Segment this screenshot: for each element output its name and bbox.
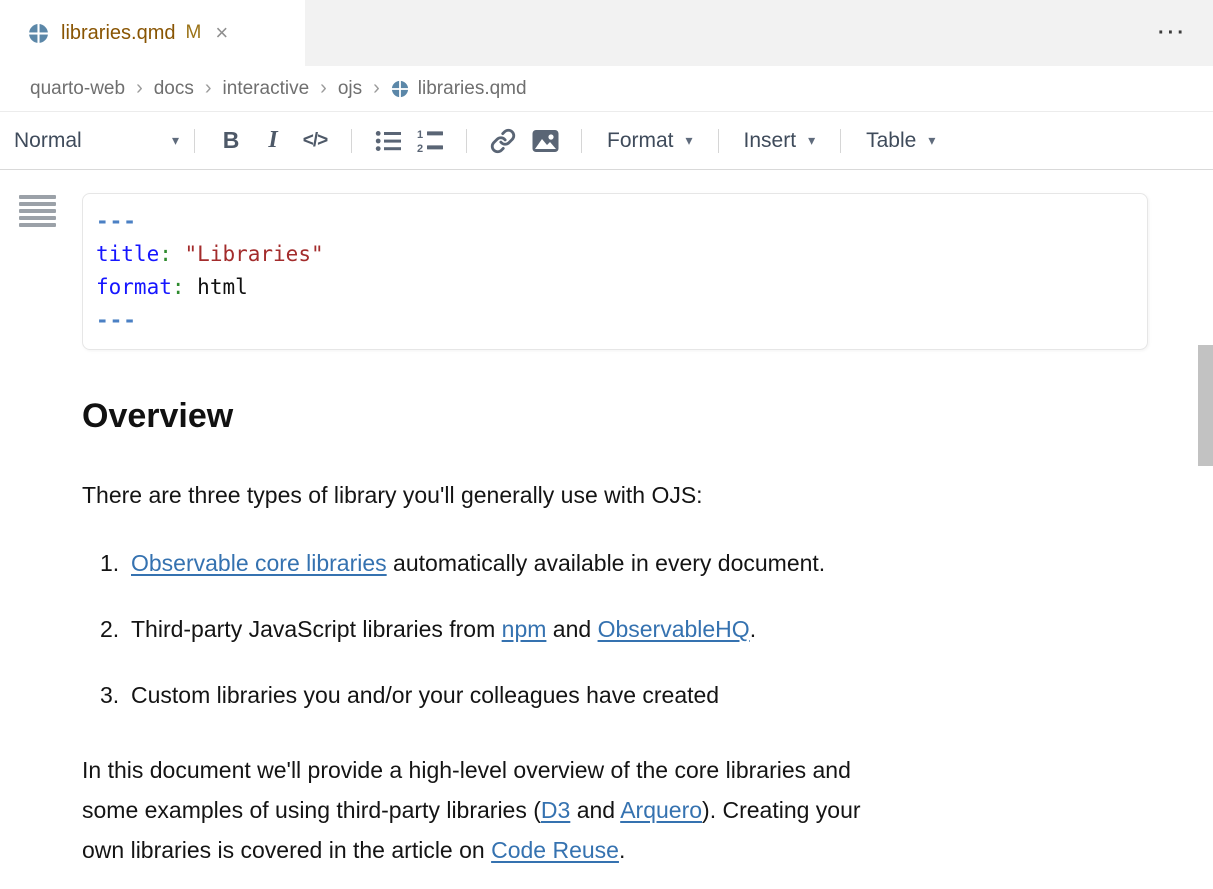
- chevron-down-icon: ▾: [686, 132, 693, 149]
- link-icon: [490, 128, 516, 154]
- text-run: Third-party JavaScript libraries from: [131, 616, 502, 642]
- block-drag-handle-icon[interactable]: [19, 195, 56, 230]
- text-run: In this document we'll provide a high-le…: [82, 757, 851, 783]
- numbered-list-icon: 1 2: [417, 128, 444, 154]
- link-npm[interactable]: npm: [502, 616, 547, 642]
- yaml-front-matter-block[interactable]: --- title: "Libraries" format: html ---: [82, 193, 1148, 350]
- editor-surface[interactable]: --- title: "Libraries" format: html --- …: [0, 170, 1213, 889]
- breadcrumb-item-quarto-web[interactable]: quarto-web: [30, 78, 125, 100]
- breadcrumb-separator: ›: [320, 77, 327, 100]
- insert-menu-label: Insert: [744, 129, 797, 153]
- table-menu[interactable]: Table ▾: [856, 129, 945, 153]
- list-item-content: Custom libraries you and/or your colleag…: [131, 680, 719, 710]
- chevron-down-icon: ▾: [808, 132, 815, 149]
- text-run: Custom libraries you and/or your colleag…: [131, 682, 719, 708]
- chevron-down-icon: ▾: [172, 132, 179, 149]
- list-item-content: Observable core libraries automatically …: [131, 548, 825, 578]
- quarto-icon: [391, 80, 409, 98]
- closing-paragraph: In this document we'll provide a high-le…: [82, 750, 1102, 870]
- bulleted-list-icon: [375, 129, 402, 153]
- toolbar-divider: [466, 129, 467, 153]
- list-item: 3.Custom libraries you and/or your colle…: [82, 680, 1213, 710]
- breadcrumb-file-label: libraries.qmd: [418, 78, 527, 100]
- toolbar-divider: [581, 129, 582, 153]
- yaml-delimiter-line: ---: [96, 205, 1131, 238]
- text-run: .: [619, 837, 625, 863]
- insert-link-button[interactable]: [482, 121, 524, 161]
- image-icon: [532, 129, 559, 153]
- tab-libraries-qmd[interactable]: libraries.qmd M ×: [0, 0, 305, 66]
- numbered-list-button[interactable]: 1 2: [409, 121, 451, 161]
- insert-image-button[interactable]: [524, 121, 566, 161]
- paragraph-style-value: Normal: [14, 129, 82, 153]
- chevron-down-icon: ▾: [928, 132, 935, 149]
- list-item: 2.Third-party JavaScript libraries from …: [82, 614, 1213, 644]
- list-item: 1.Observable core libraries automaticall…: [82, 548, 1213, 578]
- svg-text:2: 2: [417, 143, 423, 154]
- breadcrumb-item-interactive[interactable]: interactive: [223, 78, 310, 100]
- page-title: Overview: [82, 394, 1213, 438]
- quarto-icon: [28, 23, 49, 44]
- table-menu-label: Table: [866, 129, 916, 153]
- bold-button[interactable]: B: [210, 121, 252, 161]
- tab-title: libraries.qmd: [61, 22, 175, 45]
- toolbar-divider: [718, 129, 719, 153]
- link-arquero[interactable]: Arquero: [620, 797, 702, 823]
- yaml-format-line: format: html: [96, 271, 1131, 304]
- link-observablehq[interactable]: ObservableHQ: [598, 616, 750, 642]
- paragraph-style-select[interactable]: Normal ▾: [14, 129, 179, 153]
- modified-badge: M: [185, 22, 201, 44]
- text-run: and: [546, 616, 597, 642]
- breadcrumb-item-file[interactable]: libraries.qmd: [391, 78, 527, 100]
- breadcrumb-separator: ›: [136, 77, 143, 100]
- italic-button[interactable]: I: [252, 121, 294, 161]
- toolbar-divider: [840, 129, 841, 153]
- numbered-list: 1.Observable core libraries automaticall…: [82, 548, 1213, 710]
- list-item-number: 1.: [100, 548, 131, 578]
- breadcrumb-item-docs[interactable]: docs: [154, 78, 194, 100]
- text-run: some examples of using third-party libra…: [82, 797, 541, 823]
- link-d3[interactable]: D3: [541, 797, 570, 823]
- list-item-content: Third-party JavaScript libraries from np…: [131, 614, 756, 644]
- breadcrumb-item-ojs[interactable]: ojs: [338, 78, 362, 100]
- code-icon: </>: [303, 130, 327, 152]
- bulleted-list-button[interactable]: [367, 121, 409, 161]
- breadcrumb-separator: ›: [205, 77, 212, 100]
- link-observable-core-libraries[interactable]: Observable core libraries: [131, 550, 387, 576]
- text-run: automatically available in every documen…: [387, 550, 826, 576]
- format-menu-label: Format: [607, 129, 674, 153]
- close-icon[interactable]: ×: [215, 22, 228, 44]
- insert-menu[interactable]: Insert ▾: [734, 129, 826, 153]
- link-code-reuse[interactable]: Code Reuse: [491, 837, 619, 863]
- list-item-number: 3.: [100, 680, 131, 710]
- italic-icon: I: [268, 127, 277, 154]
- text-run: own libraries is covered in the article …: [82, 837, 491, 863]
- format-menu[interactable]: Format ▾: [597, 129, 703, 153]
- text-run: and: [570, 797, 620, 823]
- toolbar-divider: [194, 129, 195, 153]
- more-actions-icon[interactable]: ···: [1158, 22, 1187, 45]
- intro-paragraph: There are three types of library you'll …: [82, 480, 1213, 510]
- toolbar-divider: [351, 129, 352, 153]
- bold-icon: B: [223, 127, 240, 154]
- tab-bar: libraries.qmd M × ···: [0, 0, 1213, 66]
- list-item-number: 2.: [100, 614, 131, 644]
- format-toolbar: Normal ▾ B I </> 1 2: [0, 112, 1213, 170]
- breadcrumb: quarto-web › docs › interactive › ojs › …: [0, 66, 1213, 112]
- yaml-delimiter-line: ---: [96, 304, 1131, 337]
- yaml-title-line: title: "Libraries": [96, 238, 1131, 271]
- svg-text:1: 1: [417, 129, 423, 141]
- text-run: .: [750, 616, 756, 642]
- code-button[interactable]: </>: [294, 121, 336, 161]
- breadcrumb-separator: ›: [373, 77, 380, 100]
- scrollbar-thumb[interactable]: [1198, 345, 1213, 466]
- text-run: ). Creating your: [702, 797, 861, 823]
